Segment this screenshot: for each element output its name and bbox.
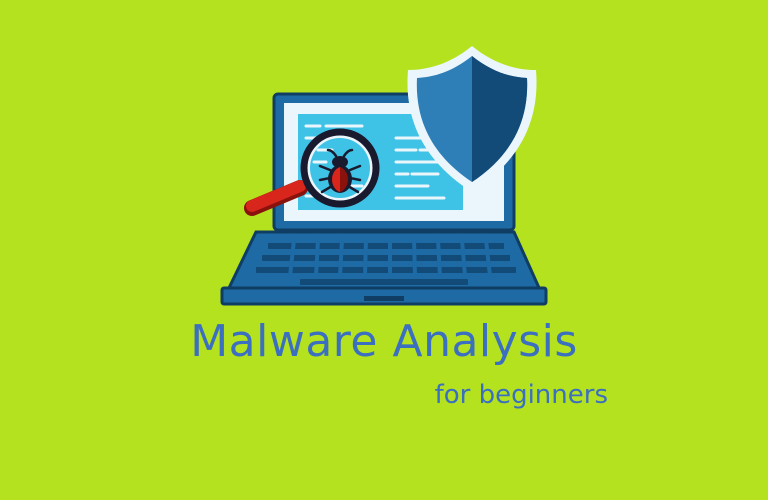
page-subtitle: for beginners — [434, 380, 608, 410]
page-title: Malware Analysis — [190, 316, 578, 367]
magnifier-icon — [244, 128, 380, 216]
malware-illustration — [220, 46, 548, 306]
